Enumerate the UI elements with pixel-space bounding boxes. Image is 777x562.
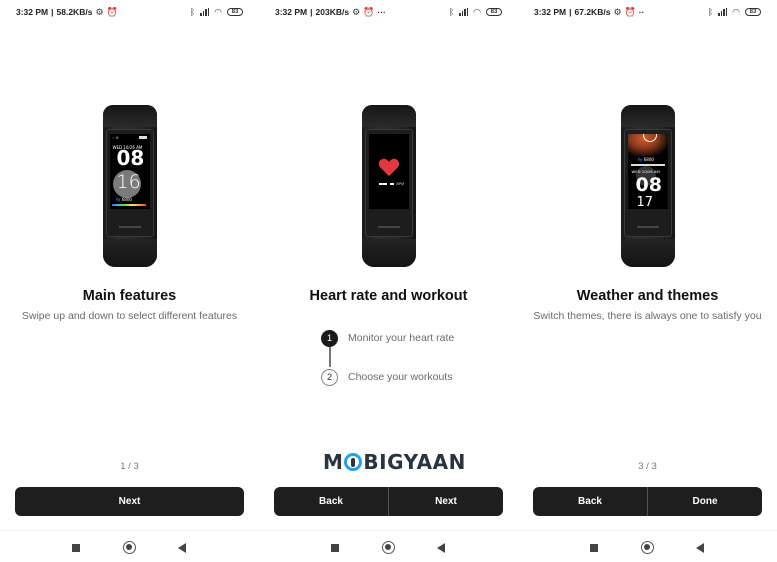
battery-icon: 83 bbox=[486, 8, 502, 16]
band-hour: 08 bbox=[635, 174, 662, 196]
bpm-label: BPM bbox=[396, 182, 405, 186]
band-steps: 👣 6800 bbox=[115, 197, 132, 202]
status-separator: | bbox=[51, 7, 54, 17]
watermark-text-start: M bbox=[323, 450, 344, 474]
done-button[interactable]: Done bbox=[647, 487, 762, 516]
system-nav-bar bbox=[0, 530, 259, 562]
step-connector bbox=[329, 347, 331, 367]
heart-icon bbox=[378, 158, 399, 177]
screen-heart-rate: 3:32 PM | 203KB/s ⚙ ⏰ ··· ᛒ ◠ 83 BPM Hea… bbox=[259, 0, 518, 562]
feature-steps: 1 Monitor your heart rate 2 Choose your … bbox=[321, 329, 454, 386]
battery-icon: 83 bbox=[745, 8, 761, 16]
fitness-band-image: BPM bbox=[361, 105, 416, 267]
band-activity-bar bbox=[111, 204, 146, 206]
wifi-icon: ◠ bbox=[473, 7, 481, 17]
band-hour: 08 bbox=[116, 146, 145, 170]
signal-icon bbox=[459, 8, 469, 16]
screen-weather-themes: 3:32 PM | 67.2KB/s ⚙ ⏰ ·· ᛒ ◠ 83 👣 6800 bbox=[518, 0, 777, 562]
band-bpm: BPM bbox=[378, 182, 405, 186]
page-subtitle: Swipe up and down to select different fe… bbox=[21, 310, 238, 322]
status-time: 3:32 PM bbox=[534, 7, 567, 17]
recents-icon[interactable] bbox=[331, 544, 339, 552]
next-button[interactable]: Next bbox=[388, 487, 503, 516]
page-title: Main features bbox=[82, 288, 177, 304]
signal-icon bbox=[718, 8, 728, 16]
system-nav-bar bbox=[518, 530, 777, 562]
fitness-band-image: ⌁ ⚙ WED 10/26 AM 08 16 👣 6800 bbox=[102, 105, 157, 267]
back-button[interactable]: Back bbox=[274, 487, 388, 516]
back-button[interactable]: Back bbox=[533, 487, 647, 516]
step-item[interactable]: 2 Choose your workouts bbox=[321, 368, 454, 386]
settings-icon: ⚙ bbox=[613, 7, 622, 17]
bluetooth-icon: ᛒ bbox=[707, 7, 714, 17]
system-nav-bar bbox=[259, 530, 518, 562]
watermark-logo-icon bbox=[344, 453, 363, 471]
back-icon[interactable] bbox=[437, 543, 445, 553]
back-icon[interactable] bbox=[696, 543, 704, 553]
band-steps: 👣 6800 bbox=[637, 157, 654, 162]
next-button[interactable]: Next bbox=[15, 487, 244, 516]
step-number: 1 bbox=[321, 329, 338, 347]
band-display: ⌁ ⚙ WED 10/26 AM 08 16 👣 6800 bbox=[109, 134, 150, 209]
step-number: 2 bbox=[321, 368, 338, 386]
settings-icon: ⚙ bbox=[352, 7, 361, 17]
status-bar: 3:32 PM | 67.2KB/s ⚙ ⏰ ·· ᛒ ◠ 83 bbox=[518, 0, 777, 24]
page-indicator: 1 / 3 bbox=[120, 461, 139, 472]
status-separator: | bbox=[310, 7, 313, 17]
screen-main-features: 3:32 PM | 58.2KB/s ⚙ ⏰ ᛒ ◠ 83 ⌁ ⚙ WED 10… bbox=[0, 0, 259, 562]
recents-icon[interactable] bbox=[72, 544, 80, 552]
bluetooth-icon: ᛒ bbox=[448, 7, 455, 17]
step-label: Choose your workouts bbox=[348, 371, 453, 383]
home-icon[interactable] bbox=[382, 541, 395, 554]
status-bar: 3:32 PM | 58.2KB/s ⚙ ⏰ ᛒ ◠ 83 bbox=[0, 0, 259, 24]
band-minute: 17 bbox=[636, 195, 654, 210]
page-title: Weather and themes bbox=[576, 288, 719, 304]
button-bar: Back Next bbox=[274, 487, 503, 516]
band-display: BPM bbox=[368, 134, 409, 209]
button-bar: Next bbox=[15, 487, 244, 516]
alarm-icon: ⏰ bbox=[106, 7, 118, 17]
status-speed: 67.2KB/s bbox=[574, 7, 611, 17]
status-time: 3:32 PM bbox=[275, 7, 308, 17]
alarm-icon: ⏰ bbox=[363, 7, 375, 17]
band-steps-value: 6800 bbox=[643, 157, 654, 162]
alarm-icon: ⏰ bbox=[624, 7, 636, 17]
band-display: 👣 6800 WED 10/26 AM 08 17 bbox=[627, 134, 668, 210]
page-indicator: 3 / 3 bbox=[638, 461, 657, 472]
band-status-row: ⌁ ⚙ bbox=[113, 136, 147, 140]
page-title: Heart rate and workout bbox=[309, 288, 468, 304]
more-notifications-icon: ·· bbox=[638, 7, 645, 17]
status-bar: 3:32 PM | 203KB/s ⚙ ⏰ ··· ᛒ ◠ 83 bbox=[259, 0, 518, 24]
back-icon[interactable] bbox=[178, 543, 186, 553]
wifi-icon: ◠ bbox=[214, 7, 222, 17]
band-steps-value: 6800 bbox=[121, 197, 132, 202]
signal-icon bbox=[200, 8, 210, 16]
mobigyaan-watermark: M BIGYAAN bbox=[323, 450, 466, 474]
bluetooth-icon: ᛒ bbox=[189, 7, 196, 17]
status-speed: 58.2KB/s bbox=[56, 7, 93, 17]
step-label: Monitor your heart rate bbox=[348, 332, 455, 344]
wifi-icon: ◠ bbox=[732, 7, 740, 17]
status-time: 3:32 PM bbox=[16, 7, 49, 17]
onboarding-screens: 3:32 PM | 58.2KB/s ⚙ ⏰ ᛒ ◠ 83 ⌁ ⚙ WED 10… bbox=[0, 0, 777, 562]
step-item[interactable]: 1 Monitor your heart rate bbox=[321, 329, 455, 367]
status-separator: | bbox=[569, 7, 572, 17]
home-icon[interactable] bbox=[123, 541, 136, 554]
band-minute: 16 bbox=[116, 171, 141, 193]
home-icon[interactable] bbox=[641, 541, 654, 554]
fitness-band-image: 👣 6800 WED 10/26 AM 08 17 bbox=[620, 105, 675, 267]
battery-icon: 83 bbox=[227, 8, 243, 16]
settings-icon: ⚙ bbox=[95, 7, 104, 17]
recents-icon[interactable] bbox=[590, 544, 598, 552]
page-subtitle: Switch themes, there is always one to sa… bbox=[533, 310, 762, 322]
button-bar: Back Done bbox=[533, 487, 762, 516]
status-speed: 203KB/s bbox=[315, 7, 350, 17]
watermark-text-end: BIGYAAN bbox=[363, 450, 466, 474]
more-notifications-icon: ··· bbox=[377, 7, 386, 17]
